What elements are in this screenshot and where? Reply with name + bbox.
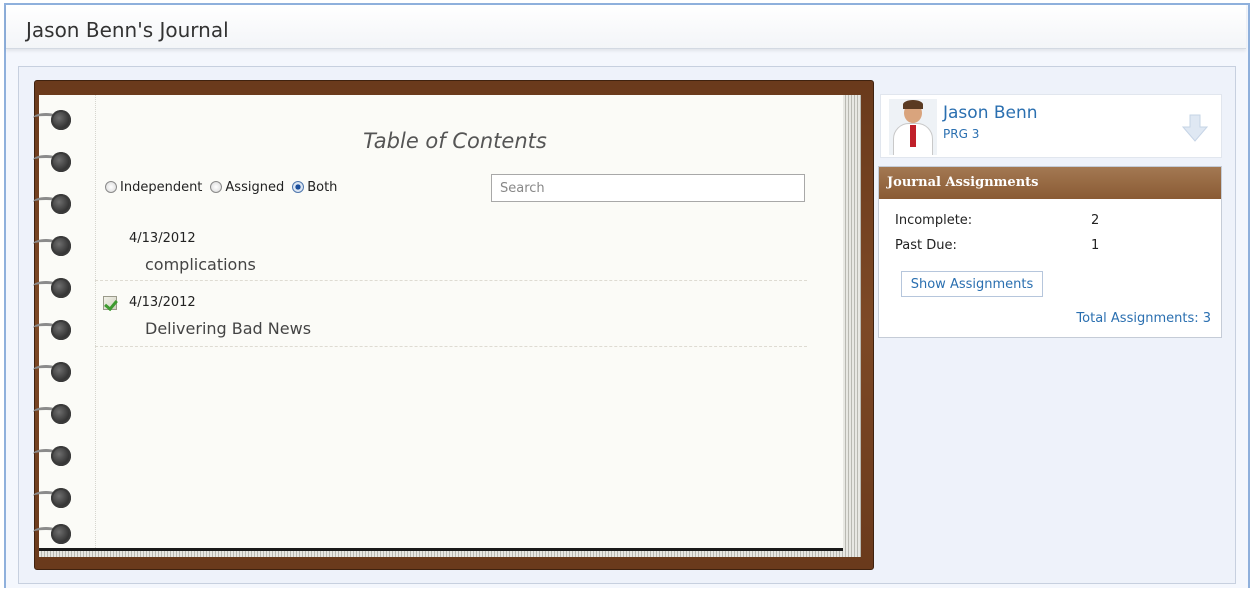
spiral-ring xyxy=(33,443,73,469)
stat-value: 1 xyxy=(1091,238,1100,253)
assignment-stat-row: Past Due: 1 xyxy=(895,238,1099,253)
spiral-ring xyxy=(33,233,73,259)
spiral-ring xyxy=(33,359,73,385)
journal-entry[interactable]: 4/13/2012 complications xyxy=(95,231,807,281)
assignment-stat-row: Incomplete: 2 xyxy=(895,213,1099,228)
page-title: Jason Benn's Journal xyxy=(26,18,229,42)
spiral-ring xyxy=(33,401,73,427)
journal-book: Table of Contents Independent Assigned B… xyxy=(33,80,874,570)
profile-group-link[interactable]: PRG 3 xyxy=(943,127,979,141)
entry-filter-group: Independent Assigned Both xyxy=(105,177,345,197)
total-assignments-link[interactable]: Total Assignments: 3 xyxy=(1076,311,1211,326)
spiral-ring xyxy=(33,275,73,301)
radio-button-selected[interactable] xyxy=(292,181,305,193)
stat-label: Past Due: xyxy=(895,238,957,253)
filter-both[interactable]: Both xyxy=(292,180,337,195)
show-assignments-button[interactable]: Show Assignments xyxy=(901,271,1043,297)
doctor-avatar xyxy=(889,99,937,155)
spiral-ring xyxy=(33,521,73,547)
entry-date: 4/13/2012 xyxy=(129,295,196,310)
spiral-ring xyxy=(33,317,73,343)
stat-label: Incomplete: xyxy=(895,213,973,228)
filter-assigned[interactable]: Assigned xyxy=(210,180,284,195)
entry-date: 4/13/2012 xyxy=(129,231,196,246)
radio-button[interactable] xyxy=(105,181,117,193)
filter-independent[interactable]: Independent xyxy=(105,180,202,195)
entry-title-link[interactable]: complications xyxy=(145,255,256,274)
profile-card: Jason Benn PRG 3 xyxy=(880,94,1222,158)
page-header: Jason Benn's Journal xyxy=(6,5,1246,49)
assigned-check-icon xyxy=(103,296,117,310)
radio-button[interactable] xyxy=(210,181,223,193)
toc-title: Table of Contents xyxy=(363,129,547,153)
stat-value: 2 xyxy=(1091,213,1100,228)
profile-name-link[interactable]: Jason Benn xyxy=(943,103,1038,123)
filter-label: Independent xyxy=(120,179,203,195)
spiral-ring xyxy=(33,485,73,511)
journal-assignments-panel: Journal Assignments Incomplete: 2 Past D… xyxy=(878,166,1222,338)
panel-header: Journal Assignments xyxy=(879,167,1221,199)
filter-label: Assigned xyxy=(225,179,285,195)
download-arrow-icon[interactable] xyxy=(1181,113,1209,143)
spiral-ring xyxy=(33,191,73,217)
filter-label: Both xyxy=(307,179,338,195)
entry-title-link[interactable]: Delivering Bad News xyxy=(145,319,311,338)
search-input[interactable] xyxy=(491,174,805,202)
journal-entry[interactable]: 4/13/2012 Delivering Bad News xyxy=(95,295,807,347)
